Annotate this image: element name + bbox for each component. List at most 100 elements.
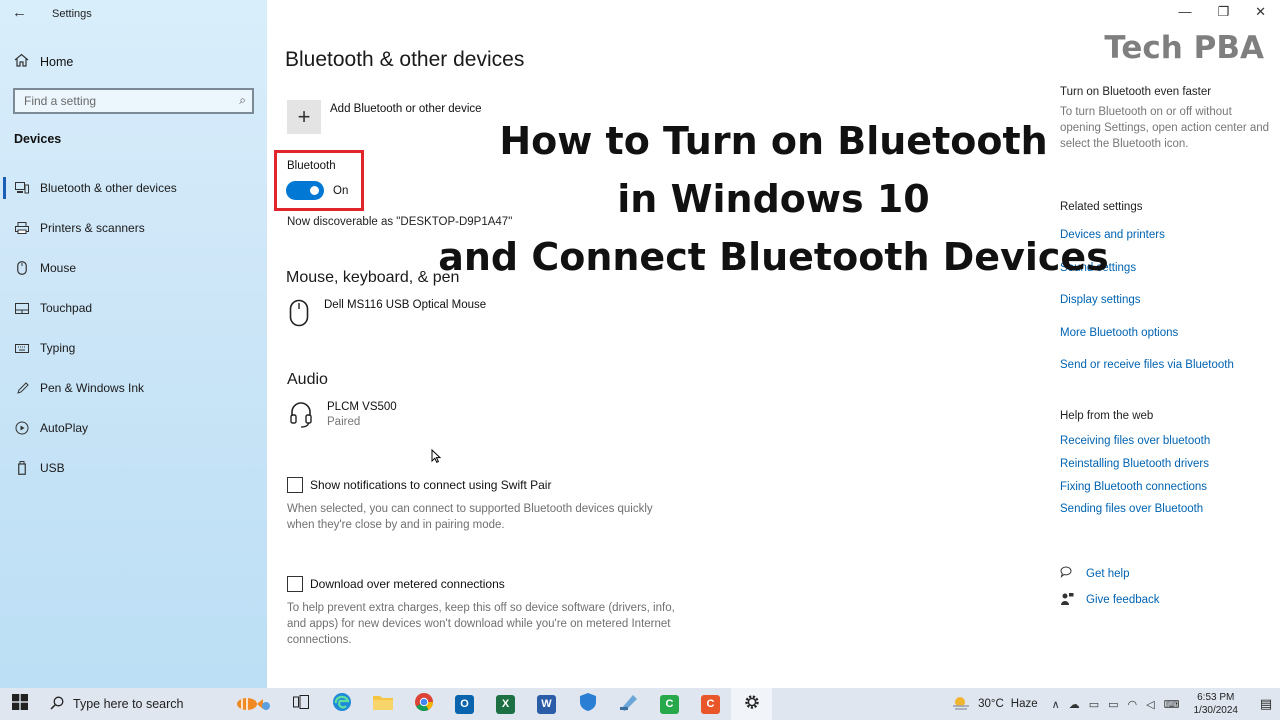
app-title: Settings	[52, 8, 92, 20]
word-app[interactable]: W	[526, 688, 567, 720]
outlook-app[interactable]: O	[444, 688, 485, 720]
snipping-app[interactable]	[608, 688, 649, 720]
chrome-app[interactable]	[403, 688, 444, 720]
video-title-overlay: How to Turn on Bluetooth in Windows 10 a…	[267, 112, 1280, 286]
main-content: — ❐ ✕ Tech PBA Bluetooth & other devices…	[267, 0, 1280, 688]
task-view-button[interactable]	[280, 688, 321, 720]
taskbar: Type here to search O X W C C 30°C Haze …	[0, 688, 1280, 720]
feedback-person-icon	[1060, 592, 1074, 609]
mouse-device-icon	[289, 299, 309, 332]
get-help-link[interactable]: Get help	[1060, 561, 1160, 587]
sidebar-item-label: Bluetooth & other devices	[40, 181, 177, 195]
security-app[interactable]	[567, 688, 608, 720]
metered-description: To help prevent extra charges, keep this…	[287, 602, 675, 646]
maximize-button[interactable]: ❐	[1217, 4, 1229, 20]
search-placeholder: Find a setting	[24, 94, 97, 108]
weather-text: Haze	[1010, 698, 1038, 710]
sidebar-item-usb[interactable]: USB	[0, 448, 267, 488]
overlay-line-2: in Windows 10	[617, 177, 930, 221]
printer-icon	[14, 220, 30, 236]
gear-icon	[743, 693, 761, 716]
search-icon	[50, 696, 64, 713]
sidebar-item-label: Pen & Windows Ink	[40, 381, 145, 395]
language-icon[interactable]: ⌨	[1164, 698, 1180, 711]
notification-center-icon[interactable]: ▤	[1252, 696, 1280, 712]
haze-weather-icon	[951, 695, 971, 714]
swift-pair-label: Show notifications to connect using Swif…	[310, 478, 552, 492]
help-link[interactable]: Receiving files over bluetooth	[1060, 430, 1270, 453]
chrome-icon	[414, 692, 434, 717]
sidebar-item-label: Touchpad	[40, 301, 93, 315]
find-setting-input[interactable]: Find a setting ⌕	[13, 88, 254, 114]
audio-device-item[interactable]: PLCM VS500 Paired	[289, 401, 397, 434]
settings-sidebar: ← Settings Home Find a setting ⌕ Devices…	[0, 0, 267, 688]
camtasia-green-icon: C	[660, 694, 679, 714]
settings-app[interactable]	[731, 688, 772, 720]
headset-icon	[289, 401, 313, 434]
clock-date: 1/30/2024	[1193, 705, 1239, 716]
mouse-cursor-icon	[431, 448, 442, 466]
mouse-icon	[14, 260, 30, 276]
file-explorer-app[interactable]	[362, 688, 403, 720]
volume-icon[interactable]: ◁	[1146, 698, 1154, 711]
close-button[interactable]: ✕	[1255, 4, 1266, 20]
help-link[interactable]: Sending files over Bluetooth	[1060, 498, 1270, 521]
swift-pair-description: When selected, you can connect to suppor…	[287, 503, 653, 531]
sidebar-item-autoplay[interactable]: AutoPlay	[0, 408, 267, 448]
help-link[interactable]: Fixing Bluetooth connections	[1060, 476, 1270, 499]
sidebar-section-title: Devices	[14, 132, 62, 146]
mouse-device-item[interactable]: Dell MS116 USB Optical Mouse	[289, 299, 486, 332]
swift-pair-checkbox[interactable]	[287, 477, 303, 493]
sidebar-nav: Bluetooth & other devices Printers & sca…	[0, 168, 267, 488]
sidebar-item-label: Mouse	[40, 261, 77, 275]
minimize-button[interactable]: —	[1178, 4, 1191, 20]
usb-icon	[14, 460, 30, 476]
excel-app[interactable]: X	[485, 688, 526, 720]
give-feedback-link[interactable]: Give feedback	[1060, 587, 1160, 613]
shield-icon	[579, 692, 597, 717]
weather-widget[interactable]: 30°C Haze	[951, 695, 1038, 714]
back-arrow-icon[interactable]: ←	[12, 4, 27, 21]
snipping-icon	[619, 693, 639, 716]
edge-icon	[332, 692, 352, 717]
network-icon[interactable]: ▭	[1089, 698, 1099, 711]
help-heading: Help from the web	[1060, 410, 1154, 422]
metered-checkbox[interactable]	[287, 576, 303, 592]
start-button[interactable]	[0, 688, 40, 720]
word-icon: W	[537, 694, 556, 714]
onedrive-icon[interactable]: ☁	[1069, 698, 1080, 711]
taskbar-apps: O X W C C	[280, 688, 772, 720]
sidebar-item-label: Typing	[40, 341, 76, 355]
camtasia-app[interactable]: C	[649, 688, 690, 720]
camtasia-recorder-app[interactable]: C	[690, 688, 731, 720]
help-link[interactable]: Reinstalling Bluetooth drivers	[1060, 453, 1270, 476]
task-view-icon	[292, 694, 309, 714]
search-icon: ⌕	[239, 93, 246, 107]
sidebar-item-mouse[interactable]: Mouse	[0, 248, 267, 288]
windows-logo-icon	[12, 693, 28, 715]
sidebar-item-touchpad[interactable]: Touchpad	[0, 288, 267, 328]
home-icon	[14, 53, 29, 70]
get-help-label: Get help	[1086, 568, 1130, 580]
edge-app[interactable]	[321, 688, 362, 720]
sidebar-item-typing[interactable]: Typing	[0, 328, 267, 368]
swift-pair-checkbox-row[interactable]: Show notifications to connect using Swif…	[287, 477, 551, 493]
page-title: Bluetooth & other devices	[285, 48, 525, 71]
clock[interactable]: 6:53 PM 1/30/2024	[1194, 691, 1239, 717]
wifi-icon[interactable]: ◠	[1128, 698, 1138, 711]
battery-icon[interactable]: ▭	[1108, 698, 1118, 711]
sidebar-item-bluetooth[interactable]: Bluetooth & other devices	[0, 168, 267, 208]
related-link[interactable]: Display settings	[1060, 284, 1270, 317]
related-link[interactable]: More Bluetooth options	[1060, 317, 1270, 350]
sidebar-item-printers[interactable]: Printers & scanners	[0, 208, 267, 248]
audio-device-text: PLCM VS500 Paired	[327, 401, 397, 434]
metered-checkbox-row[interactable]: Download over metered connections	[287, 576, 505, 592]
audio-section-heading: Audio	[287, 371, 328, 388]
chevron-up-icon[interactable]: ∧	[1052, 698, 1060, 711]
taskbar-search-box[interactable]: Type here to search	[40, 688, 280, 720]
sidebar-item-pen[interactable]: Pen & Windows Ink	[0, 368, 267, 408]
home-link[interactable]: Home	[14, 53, 73, 70]
bluetooth-devices-icon	[14, 180, 30, 196]
related-link[interactable]: Send or receive files via Bluetooth	[1060, 349, 1270, 382]
mouse-device-name: Dell MS116 USB Optical Mouse	[324, 299, 487, 311]
